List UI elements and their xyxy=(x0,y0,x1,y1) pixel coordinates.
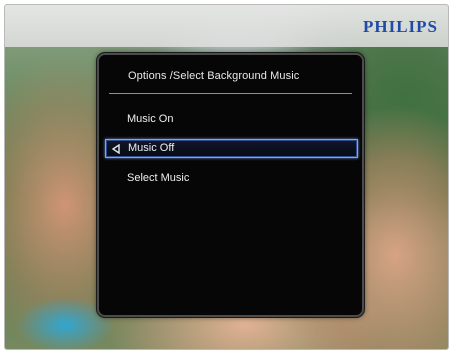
top-brand-strip: PHILIPS xyxy=(5,5,448,47)
menu-item-label: Music Off xyxy=(128,142,175,154)
menu-item-select-music[interactable]: Select Music xyxy=(105,169,358,188)
menu-item-label: Music On xyxy=(127,113,174,125)
menu-item-label: Select Music xyxy=(127,172,190,184)
menu-divider xyxy=(109,93,352,94)
left-arrow-icon xyxy=(110,143,122,155)
philips-logo: PHILIPS xyxy=(362,17,438,36)
menu-title: Options /Select Background Music xyxy=(128,70,300,82)
menu-item-music-off[interactable]: Music Off xyxy=(105,139,358,158)
options-menu-panel: Options /Select Background Music Music O… xyxy=(97,53,364,317)
menu-item-music-on[interactable]: Music On xyxy=(105,110,358,129)
